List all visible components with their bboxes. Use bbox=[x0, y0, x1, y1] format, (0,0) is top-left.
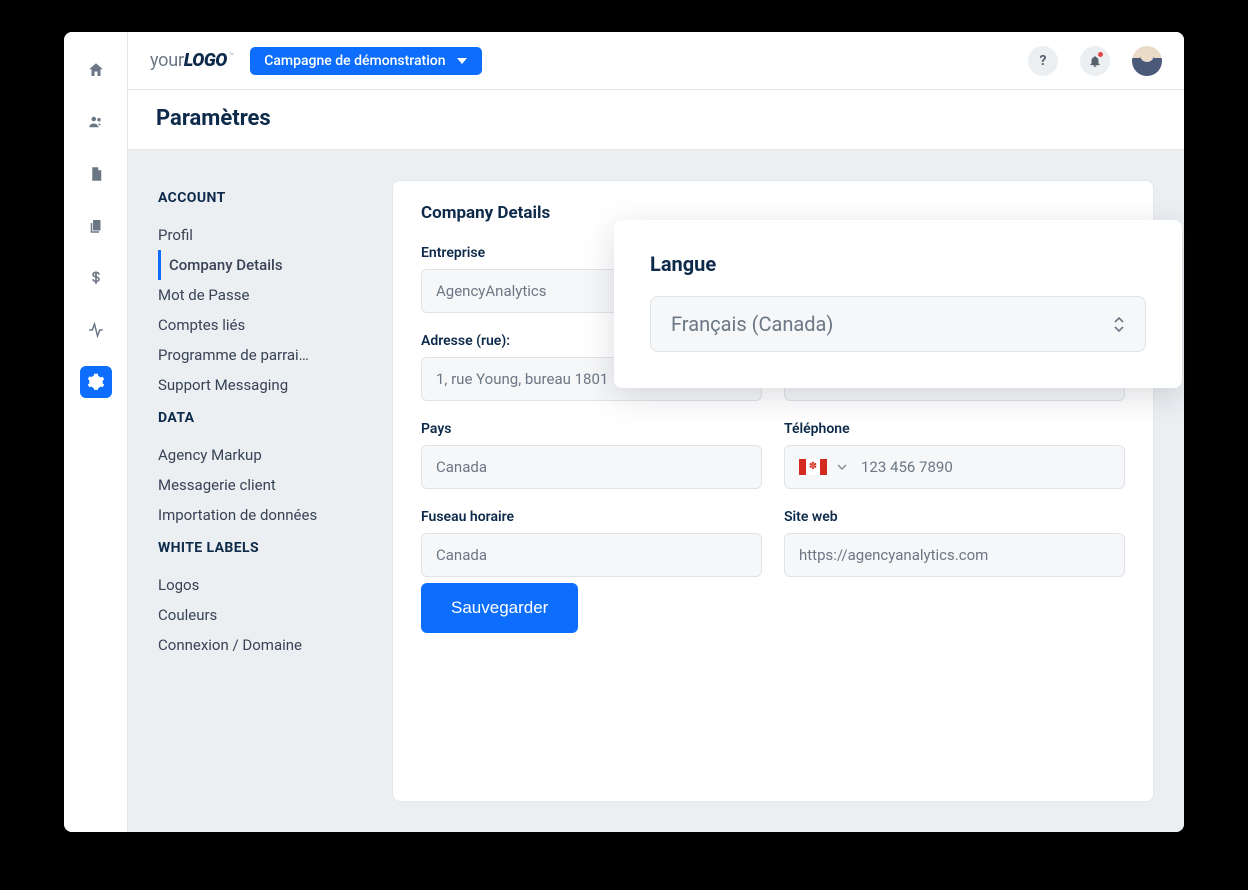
label-phone: Téléphone bbox=[784, 421, 1125, 437]
input-phone[interactable]: ✽ 123 456 7890 bbox=[784, 445, 1125, 489]
notification-dot bbox=[1098, 52, 1103, 57]
side-link-linked-accounts[interactable]: Comptes liés bbox=[158, 310, 368, 340]
side-link-referral[interactable]: Programme de parrai… bbox=[158, 340, 368, 370]
value-timezone: Canada bbox=[436, 546, 747, 564]
activity-icon bbox=[87, 321, 105, 339]
chevron-down-icon bbox=[837, 462, 847, 472]
logo-tm: ™ bbox=[229, 52, 234, 62]
notifications-button[interactable] bbox=[1080, 46, 1110, 76]
field-country: Pays Canada bbox=[421, 421, 762, 489]
side-heading-whitelabels: WHITE LABELS bbox=[158, 540, 368, 556]
document-icon bbox=[87, 165, 105, 183]
input-timezone[interactable]: Canada bbox=[421, 533, 762, 577]
side-heading-data: DATA bbox=[158, 410, 368, 426]
brand-logo: yourLOGO™ bbox=[150, 50, 234, 71]
campaign-label: Campagne de démonstration bbox=[264, 53, 445, 69]
page-title: Paramètres bbox=[156, 106, 1156, 131]
label-country: Pays bbox=[421, 421, 762, 437]
side-link-domain[interactable]: Connexion / Domaine bbox=[158, 630, 368, 660]
side-link-client-messaging[interactable]: Messagerie client bbox=[158, 470, 368, 500]
users-icon bbox=[87, 113, 105, 131]
side-heading-account: ACCOUNT bbox=[158, 190, 368, 206]
language-popover: Langue Français (Canada) bbox=[614, 220, 1182, 388]
help-button[interactable]: ? bbox=[1028, 46, 1058, 76]
field-phone: Téléphone ✽ 123 456 7890 bbox=[784, 421, 1125, 489]
main-column: yourLOGO™ Campagne de démonstration ? Pa… bbox=[128, 32, 1184, 832]
topbar: yourLOGO™ Campagne de démonstration ? bbox=[128, 32, 1184, 90]
side-link-colors[interactable]: Couleurs bbox=[158, 600, 368, 630]
page-title-bar: Paramètres bbox=[128, 90, 1184, 150]
nav-users[interactable] bbox=[80, 106, 112, 138]
nav-rail bbox=[64, 32, 128, 832]
language-selected-value: Français (Canada) bbox=[671, 312, 833, 336]
side-link-password[interactable]: Mot de Passe bbox=[158, 280, 368, 310]
nav-home[interactable] bbox=[80, 54, 112, 86]
dollar-icon bbox=[87, 269, 105, 287]
side-link-support-messaging[interactable]: Support Messaging bbox=[158, 370, 368, 400]
nav-billing[interactable] bbox=[80, 262, 112, 294]
nav-copy[interactable] bbox=[80, 210, 112, 242]
language-select[interactable]: Français (Canada) bbox=[650, 296, 1146, 352]
field-website: Site web https://agencyanalytics.com bbox=[784, 509, 1125, 577]
chevron-down-icon bbox=[456, 55, 468, 67]
help-glyph: ? bbox=[1040, 53, 1047, 69]
side-link-agency-markup[interactable]: Agency Markup bbox=[158, 440, 368, 470]
logo-prefix: your bbox=[150, 50, 184, 71]
nav-settings[interactable] bbox=[80, 366, 112, 398]
value-country: Canada bbox=[436, 458, 747, 476]
campaign-selector[interactable]: Campagne de démonstration bbox=[250, 47, 481, 75]
side-link-profil[interactable]: Profil bbox=[158, 220, 368, 250]
app-window: yourLOGO™ Campagne de démonstration ? Pa… bbox=[64, 32, 1184, 832]
input-country[interactable]: Canada bbox=[421, 445, 762, 489]
logo-bold: LOGO bbox=[184, 50, 227, 71]
save-button[interactable]: Sauvegarder bbox=[421, 583, 578, 633]
side-link-data-import[interactable]: Importation de données bbox=[158, 500, 368, 530]
label-website: Site web bbox=[784, 509, 1125, 525]
label-timezone: Fuseau horaire bbox=[421, 509, 762, 525]
avatar-icon bbox=[1140, 48, 1154, 62]
input-website[interactable]: https://agencyanalytics.com bbox=[784, 533, 1125, 577]
language-popover-title: Langue bbox=[650, 252, 1146, 276]
gear-icon bbox=[87, 373, 105, 391]
user-avatar[interactable] bbox=[1132, 46, 1162, 76]
canada-flag-icon: ✽ bbox=[799, 459, 827, 475]
side-link-logos[interactable]: Logos bbox=[158, 570, 368, 600]
side-link-company-details[interactable]: Company Details bbox=[158, 250, 368, 280]
nav-activity[interactable] bbox=[80, 314, 112, 346]
nav-documents[interactable] bbox=[80, 158, 112, 190]
value-website: https://agencyanalytics.com bbox=[799, 546, 1110, 564]
value-phone: 123 456 7890 bbox=[861, 458, 1110, 476]
select-chevrons-icon bbox=[1113, 316, 1125, 333]
settings-sidebar: ACCOUNT Profil Company Details Mot de Pa… bbox=[158, 180, 368, 802]
home-icon bbox=[87, 61, 105, 79]
field-timezone: Fuseau horaire Canada bbox=[421, 509, 762, 577]
copy-icon bbox=[87, 217, 105, 235]
